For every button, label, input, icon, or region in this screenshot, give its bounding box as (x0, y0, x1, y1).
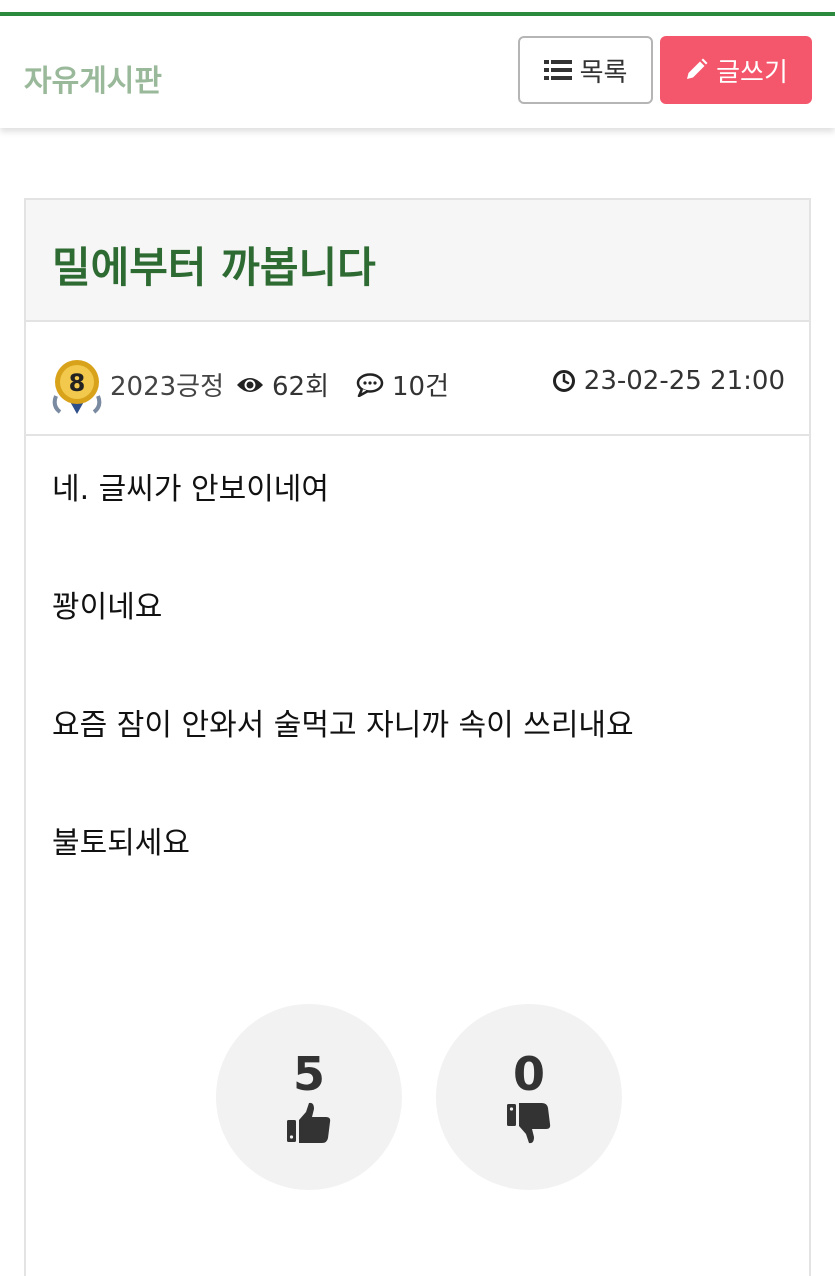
like-button[interactable]: 5 (216, 1004, 402, 1190)
view-count: 62회 (236, 366, 329, 403)
comment-count: 10건 (356, 366, 449, 403)
dislike-button[interactable]: 0 (436, 1004, 622, 1190)
author-name[interactable]: 2023긍정 (110, 366, 224, 403)
like-count: 5 (292, 1047, 325, 1101)
comment-count-value: 10건 (392, 372, 450, 402)
page-header: 자유게시판 목록 글쓰기 (0, 16, 835, 128)
svg-text:8: 8 (69, 369, 86, 397)
eye-icon (237, 377, 263, 392)
view-count-value: 62회 (272, 372, 330, 402)
list-button-label: 목록 (579, 57, 628, 88)
write-button[interactable]: 글쓰기 (660, 36, 812, 104)
board-title[interactable]: 자유게시판 (24, 56, 162, 100)
pencil-icon (684, 58, 708, 82)
post-title-box: 밀에부터 까봅니다 (26, 200, 809, 322)
write-button-label: 글쓰기 (716, 57, 788, 88)
body-line: 불토되세요 (52, 826, 190, 861)
level-badge-icon: 8 (50, 356, 104, 416)
clock-icon (552, 370, 575, 392)
thumbs-down-icon (507, 1103, 551, 1144)
thumbs-up-icon (287, 1102, 331, 1143)
post-card: 밀에부터 까봅니다 8 2023긍정 62회 10건 23-02-25 21:0… (24, 198, 811, 1276)
comment-icon (356, 372, 384, 397)
post-meta: 8 2023긍정 62회 10건 23-02-25 21:00 (26, 322, 809, 436)
list-icon (543, 59, 572, 81)
body-line: 네. 글씨가 안보이네여 (52, 472, 330, 507)
post-date-value: 23-02-25 21:00 (583, 366, 785, 396)
list-button[interactable]: 목록 (518, 36, 653, 104)
post-date: 23-02-25 21:00 (552, 366, 785, 396)
post-title: 밀에부터 까봅니다 (52, 243, 376, 292)
dislike-count: 0 (512, 1047, 545, 1101)
body-line: 요즘 잠이 안와서 술먹고 자니까 속이 쓰리내요 (52, 708, 634, 743)
body-line: 꽝이네요 (52, 590, 163, 625)
post-body: 네. 글씨가 안보이네여 꽝이네요 요즘 잠이 안와서 술먹고 자니까 속이 쓰… (52, 470, 634, 942)
